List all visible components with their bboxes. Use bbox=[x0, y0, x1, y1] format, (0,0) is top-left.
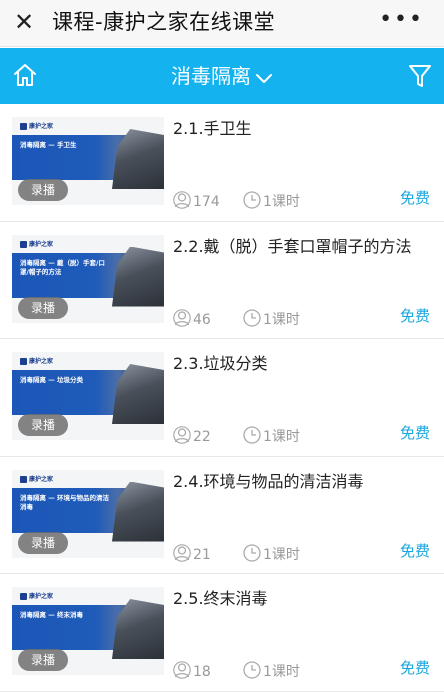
thumbnail-title: 消毒隔离 — 垃圾分类 bbox=[20, 376, 84, 384]
thumbnail-logo: 康护之家 bbox=[20, 474, 53, 483]
course-item[interactable]: 康护之家 消毒隔离 — 手卫生 录播 2.1.手卫生 174 1课时 免费 bbox=[0, 104, 444, 222]
page-title: 课程-康护之家在线课堂 bbox=[52, 10, 276, 34]
user-icon bbox=[173, 426, 191, 444]
lesson-count-value: 1课时 bbox=[263, 311, 300, 328]
view-count: 46 bbox=[173, 308, 211, 329]
clock-icon bbox=[243, 426, 261, 444]
thumbnail-logo: 康护之家 bbox=[20, 239, 53, 248]
thumbnail-logo-text: 康护之家 bbox=[29, 240, 54, 248]
thumbnail-logo-text: 康护之家 bbox=[29, 123, 54, 130]
price-label: 免费 bbox=[399, 659, 430, 677]
clock-icon bbox=[243, 543, 261, 562]
course-title[interactable]: 2.2.戴（脱）手套口罩帽子的方法 bbox=[173, 236, 435, 258]
clock-icon bbox=[243, 191, 261, 209]
more-options-icon[interactable]: ••• bbox=[379, 6, 424, 34]
home-icon[interactable] bbox=[12, 62, 38, 88]
view-count-value: 174 bbox=[193, 194, 220, 210]
category-navbar: 消毒隔离 bbox=[0, 48, 444, 104]
recorded-badge: 录播 bbox=[18, 649, 68, 671]
course-item[interactable]: 康护之家 消毒隔离 — 垃圾分类 录播 2.3.垃圾分类 22 1课时 免费 bbox=[0, 339, 444, 457]
close-icon[interactable]: ✕ bbox=[14, 8, 34, 36]
course-item[interactable]: 康护之家 消毒隔离 — 环境与物品的清洁消毒 录播 2.4.环境与物品的清洁消毒… bbox=[0, 456, 444, 574]
thumbnail-logo-text: 康护之家 bbox=[29, 593, 54, 600]
course-item[interactable]: 康护之家 消毒隔离 — 戴（脱）手套/口罩/帽子的方法 录播 2.2.戴（脱）手… bbox=[0, 221, 444, 339]
recorded-badge: 录播 bbox=[18, 531, 68, 554]
course-title[interactable]: 2.1.手卫生 bbox=[173, 118, 435, 140]
thumbnail-title: 消毒隔离 — 终末消毒 bbox=[20, 611, 84, 619]
course-thumbnail[interactable]: 康护之家 消毒隔离 — 戴（脱）手套/口罩/帽子的方法 录播 bbox=[12, 234, 164, 323]
thumbnail-title: 消毒隔离 — 戴（脱）手套/口罩/帽子的方法 bbox=[20, 258, 105, 276]
lesson-count: 1课时 bbox=[243, 543, 300, 564]
lesson-count: 1课时 bbox=[243, 308, 300, 329]
thumbnail-logo-text: 康护之家 bbox=[29, 475, 54, 483]
thumbnail-logo: 康护之家 bbox=[20, 591, 53, 600]
recorded-badge: 录播 bbox=[18, 414, 68, 436]
view-count: 18 bbox=[173, 661, 211, 681]
price-label: 免费 bbox=[399, 189, 430, 207]
price-label: 免费 bbox=[399, 306, 430, 325]
price-label: 免费 bbox=[399, 424, 430, 442]
view-count: 174 bbox=[173, 191, 220, 211]
view-count-value: 46 bbox=[193, 311, 211, 328]
user-icon bbox=[173, 661, 191, 679]
view-count-value: 22 bbox=[193, 429, 211, 445]
course-title[interactable]: 2.3.垃圾分类 bbox=[173, 353, 435, 375]
filter-icon[interactable] bbox=[408, 63, 432, 89]
user-icon bbox=[173, 543, 191, 562]
lesson-count-value: 1课时 bbox=[263, 194, 300, 210]
logo-mark-icon bbox=[20, 593, 27, 600]
course-thumbnail[interactable]: 康护之家 消毒隔离 — 垃圾分类 录播 bbox=[12, 352, 164, 440]
category-selector[interactable]: 消毒隔离 bbox=[0, 48, 444, 104]
view-count-value: 21 bbox=[193, 546, 211, 563]
course-thumbnail[interactable]: 康护之家 消毒隔离 — 手卫生 录播 bbox=[12, 117, 164, 205]
price-label: 免费 bbox=[399, 541, 430, 560]
lesson-count: 1课时 bbox=[243, 191, 300, 211]
course-item[interactable]: 康护之家 消毒隔离 — 终末消毒 录播 2.5.终末消毒 18 1课时 免费 bbox=[0, 574, 444, 692]
lesson-count: 1课时 bbox=[243, 426, 300, 446]
thumbnail-title: 消毒隔离 — 环境与物品的清洁消毒 bbox=[20, 493, 110, 511]
lesson-count-value: 1课时 bbox=[263, 664, 300, 680]
course-thumbnail[interactable]: 康护之家 消毒隔离 — 环境与物品的清洁消毒 录播 bbox=[12, 469, 164, 558]
course-thumbnail[interactable]: 康护之家 消毒隔离 — 终末消毒 录播 bbox=[12, 587, 164, 675]
thumbnail-logo: 康护之家 bbox=[20, 356, 53, 365]
title-bar: ✕ 课程-康护之家在线课堂 ••• bbox=[0, 0, 444, 47]
lesson-count-value: 1课时 bbox=[263, 429, 300, 445]
thumbnail-title: 消毒隔离 — 手卫生 bbox=[20, 141, 77, 149]
user-icon bbox=[173, 191, 191, 209]
thumbnail-logo-text: 康护之家 bbox=[29, 358, 54, 365]
course-title[interactable]: 2.4.环境与物品的清洁消毒 bbox=[173, 471, 435, 493]
user-icon bbox=[173, 308, 191, 327]
recorded-badge: 录播 bbox=[18, 296, 68, 319]
logo-mark-icon bbox=[20, 358, 27, 365]
course-title[interactable]: 2.5.终末消毒 bbox=[173, 588, 435, 610]
course-list: 康护之家 消毒隔离 — 手卫生 录播 2.1.手卫生 174 1课时 免费 康护… bbox=[0, 104, 444, 692]
clock-icon bbox=[243, 308, 261, 327]
view-count: 21 bbox=[173, 543, 211, 564]
logo-mark-icon bbox=[20, 240, 27, 248]
logo-mark-icon bbox=[20, 123, 27, 130]
view-count-value: 18 bbox=[193, 664, 211, 680]
recorded-badge: 录播 bbox=[18, 179, 68, 201]
thumbnail-logo: 康护之家 bbox=[20, 121, 53, 130]
logo-mark-icon bbox=[20, 475, 27, 483]
view-count: 22 bbox=[173, 426, 211, 446]
lesson-count: 1课时 bbox=[243, 661, 300, 681]
category-label: 消毒隔离 bbox=[171, 64, 251, 88]
lesson-count-value: 1课时 bbox=[263, 546, 300, 563]
chevron-down-icon bbox=[255, 50, 273, 106]
clock-icon bbox=[243, 661, 261, 679]
